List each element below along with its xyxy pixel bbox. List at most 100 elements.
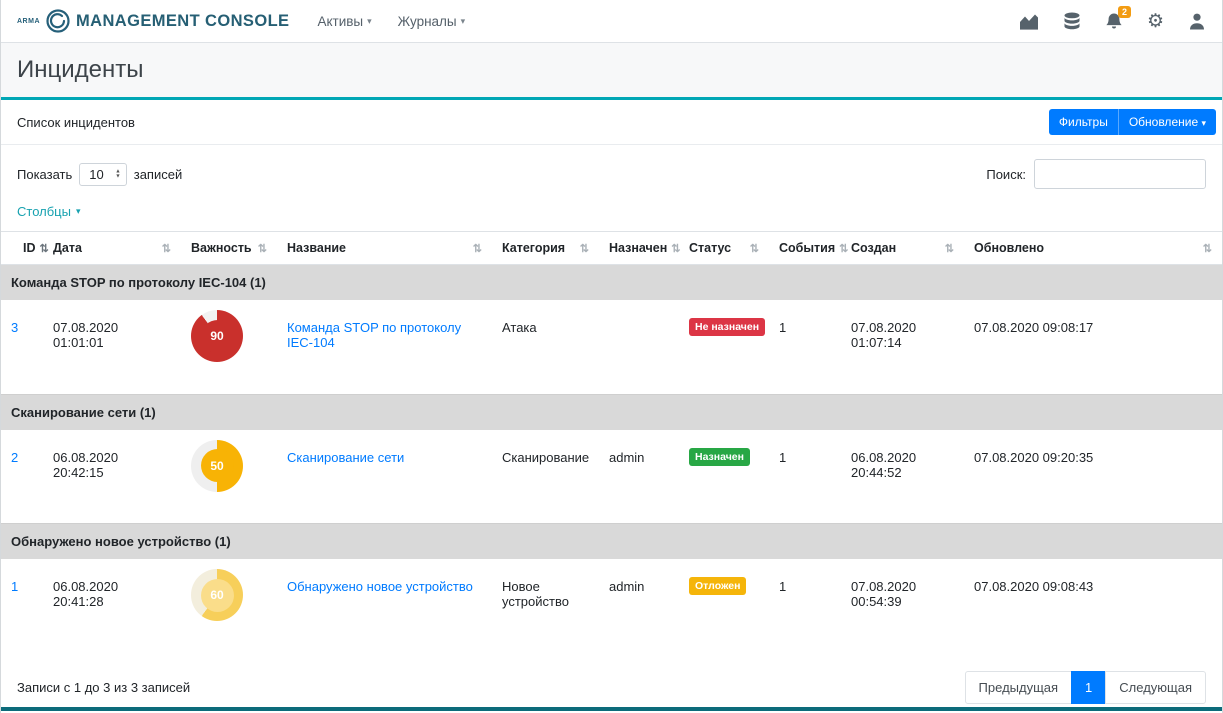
search-control: Поиск: [986,159,1206,189]
table-row: 3 07.08.2020 01:01:01 90 Команда STOP по… [1,300,1222,394]
cell-created: 07.08.2020 01:07:14 [841,300,964,394]
incident-id-link[interactable]: 2 [11,450,18,465]
cell-updated: 07.08.2020 09:20:35 [964,430,1222,524]
col-header-status[interactable]: Статус⇅ [679,232,769,265]
group-header-row: Обнаружено новое устройство (1) [1,524,1222,560]
database-icon[interactable] [1063,12,1081,31]
sort-icon[interactable]: ⇅ [162,242,171,255]
records-info: Записи с 1 до 3 из 3 записей [17,680,190,695]
sort-icon[interactable]: ⇅ [473,242,482,255]
cell-created: 06.08.2020 20:44:52 [841,430,964,524]
status-badge: Назначен [689,448,750,466]
notification-count-badge: 2 [1118,6,1131,18]
refresh-dropdown-button[interactable]: Обновление ▾ [1119,109,1216,135]
card-header: Список инцидентов Фильтры Обновление ▾ [1,100,1222,145]
columns-row: Столбцы ▾ [1,189,1222,231]
sort-icon[interactable]: ⇅ [750,242,759,255]
severity-donut: 90 [191,310,243,362]
cell-events: 1 [769,559,841,653]
col-header-id[interactable]: ID⇅ [1,232,43,265]
page-length-control: Показать 10 ▲▼ записей [17,163,182,186]
table-header-row: ID⇅ Дата⇅ Важность⇅ Название⇅ Категория⇅… [1,232,1222,265]
card-title: Список инцидентов [17,115,135,130]
table-row: 2 06.08.2020 20:42:15 50 Сканирование се… [1,430,1222,524]
menu-assets[interactable]: Активы ▾ [317,14,371,29]
chevron-down-icon: ▾ [76,206,81,217]
cell-created: 07.08.2020 00:54:39 [841,559,964,653]
severity-value: 50 [201,449,234,482]
arma-logo-text: ARMA [17,18,40,25]
arma-logo-icon [45,8,71,34]
sort-icon[interactable]: ⇅ [258,242,267,255]
columns-dropdown[interactable]: Столбцы ▾ [17,204,81,219]
col-header-category[interactable]: Категория⇅ [492,232,599,265]
top-navbar: ARMA MANAGEMENT CONSOLE Активы ▾ Журналы… [1,0,1222,43]
spinner-arrows-icon: ▲▼ [115,170,120,179]
cell-updated: 07.08.2020 09:08:43 [964,559,1222,653]
main-menu: Активы ▾ Журналы ▾ [317,14,465,29]
sort-icon[interactable]: ⇅ [580,242,589,255]
status-badge: Не назначен [689,318,765,336]
incident-id-link[interactable]: 1 [11,579,18,594]
incidents-card: Список инцидентов Фильтры Обновление ▾ П… [1,97,1222,713]
page-number-button[interactable]: 1 [1071,671,1106,704]
cell-category: Новое устройство [492,559,599,653]
brand-logo[interactable]: ARMA MANAGEMENT CONSOLE [17,8,289,34]
cell-date: 06.08.2020 20:41:28 [43,559,181,653]
status-badge: Отложен [689,577,746,595]
search-input[interactable] [1034,159,1206,189]
sort-icon[interactable]: ⇅ [839,242,848,255]
sort-icon[interactable]: ⇅ [945,242,954,255]
severity-value: 90 [201,320,234,353]
dashboard-chart-icon[interactable] [1019,12,1039,30]
col-header-name[interactable]: Название⇅ [277,232,492,265]
col-header-severity[interactable]: Важность⇅ [181,232,277,265]
cell-date: 07.08.2020 01:01:01 [43,300,181,394]
chevron-down-icon: ▾ [1201,118,1206,128]
cell-category: Сканирование [492,430,599,524]
table-controls: Показать 10 ▲▼ записей Поиск: [1,145,1222,189]
user-profile-icon[interactable] [1188,12,1206,31]
filters-button[interactable]: Фильтры [1049,109,1119,135]
severity-value: 60 [201,579,234,612]
management-console-window: ARMA MANAGEMENT CONSOLE Активы ▾ Журналы… [0,0,1223,713]
pagination: Предыдущая 1 Следующая [965,671,1206,704]
notifications-bell-icon[interactable]: 2 [1105,12,1123,31]
col-header-updated[interactable]: Обновлено⇅ [964,232,1222,265]
next-page-button[interactable]: Следующая [1105,671,1206,704]
sort-icon[interactable]: ⇅ [40,242,49,255]
table-row: 1 06.08.2020 20:41:28 60 Обнаружено ново… [1,559,1222,653]
col-header-events[interactable]: События⇅ [769,232,841,265]
cell-date: 06.08.2020 20:42:15 [43,430,181,524]
navbar-icons: 2 ⚙ [1019,12,1206,31]
cell-assignee [599,300,679,394]
sort-icon[interactable]: ⇅ [671,242,680,255]
col-header-date[interactable]: Дата⇅ [43,232,181,265]
cell-category: Атака [492,300,599,394]
cell-events: 1 [769,300,841,394]
severity-donut: 60 [191,569,243,621]
content-header: Инциденты [1,43,1222,97]
incident-name-link[interactable]: Сканирование сети [287,450,404,465]
incident-name-link[interactable]: Обнаружено новое устройство [287,579,473,594]
cell-assignee: admin [599,430,679,524]
group-label: Сканирование сети (1) [1,394,1222,430]
page-size-select[interactable]: 10 ▲▼ [79,163,126,186]
group-header-row: Сканирование сети (1) [1,394,1222,430]
settings-gear-icon[interactable]: ⚙ [1147,12,1164,31]
cell-events: 1 [769,430,841,524]
cell-updated: 07.08.2020 09:08:17 [964,300,1222,394]
incidents-table: ID⇅ Дата⇅ Важность⇅ Название⇅ Категория⇅… [1,231,1222,653]
prev-page-button[interactable]: Предыдущая [965,671,1073,704]
col-header-created[interactable]: Создан⇅ [841,232,964,265]
menu-journals[interactable]: Журналы ▾ [398,14,466,29]
incident-id-link[interactable]: 3 [11,320,18,335]
group-label: Обнаружено новое устройство (1) [1,524,1222,560]
group-label: Команда STOP по протоколу IEC-104 (1) [1,265,1222,301]
table-footer: Записи с 1 до 3 из 3 записей Предыдущая … [1,653,1222,713]
sort-icon[interactable]: ⇅ [1203,242,1212,255]
col-header-assignee[interactable]: Назначен⇅ [599,232,679,265]
incident-name-link[interactable]: Команда STOP по протоколу IEC-104 [287,320,461,350]
footer-accent-bar [1,707,1222,711]
chevron-down-icon: ▾ [461,16,466,27]
